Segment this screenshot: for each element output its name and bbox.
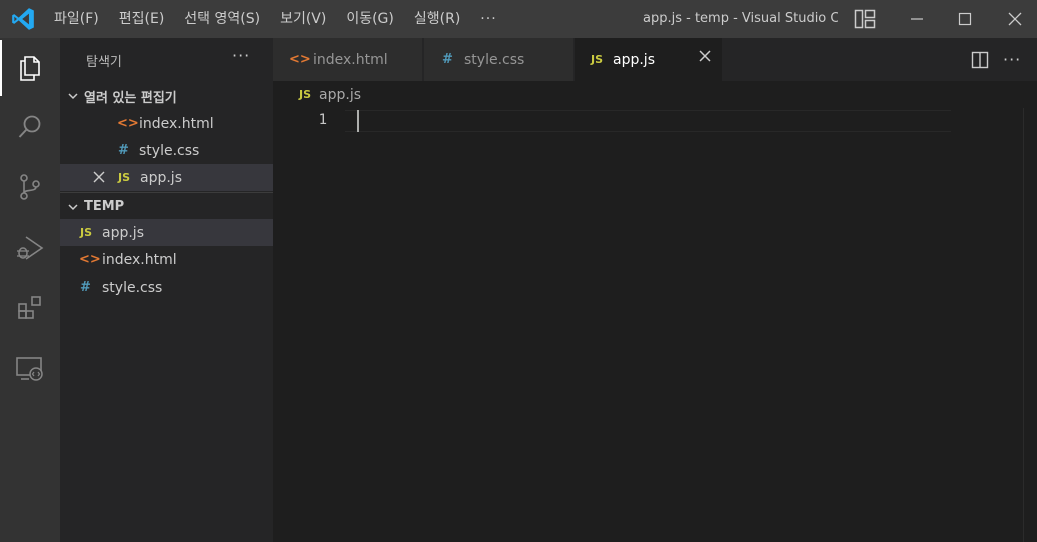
html-file-icon: <>	[117, 116, 139, 131]
file-label: style.css	[102, 279, 163, 296]
explorer-sidebar: 탐색기 ··· 열려 있는 편집기 <> index.html # style.…	[60, 38, 273, 542]
close-editor-icon[interactable]	[92, 169, 106, 188]
line-number: 1	[318, 112, 327, 128]
layout-icon	[854, 9, 876, 29]
editor-actions: ···	[967, 38, 1021, 81]
menu-view[interactable]: 보기(V)	[270, 0, 336, 38]
tab-label: index.html	[313, 51, 388, 68]
vscode-logo-icon[interactable]	[10, 6, 36, 32]
css-file-icon: #	[118, 143, 129, 158]
minimize-button[interactable]	[897, 0, 937, 38]
minimap-border	[1023, 108, 1024, 542]
code-editor[interactable]: 1	[273, 108, 1037, 542]
chevron-down-icon	[62, 201, 84, 213]
file-item-style-css[interactable]: # style.css	[60, 274, 273, 301]
js-file-icon: JS	[591, 53, 604, 66]
maximize-button[interactable]	[945, 0, 985, 38]
menu-selection[interactable]: 선택 영역(S)	[174, 0, 270, 38]
folder-temp-header[interactable]: TEMP	[60, 192, 273, 220]
open-editor-item-style-css[interactable]: # style.css	[60, 137, 273, 164]
source-control-icon	[20, 174, 40, 200]
file-label: index.html	[102, 251, 177, 268]
breadcrumb: JS app.js	[273, 81, 1037, 108]
layout-button[interactable]	[845, 0, 885, 38]
tab-style-css[interactable]: # style.css	[424, 38, 574, 81]
open-editor-item-index-html[interactable]: <> index.html	[60, 110, 273, 137]
close-tab-icon[interactable]	[698, 48, 712, 68]
title-bar: 파일(F) 편집(E) 선택 영역(S) 보기(V) 이동(G) 실행(R) ·…	[0, 0, 1037, 38]
run-debug-icon	[17, 236, 44, 260]
editor-more-button[interactable]: ···	[1003, 50, 1021, 69]
open-editor-item-app-js[interactable]: JS app.js	[60, 164, 273, 191]
tab-label: style.css	[464, 51, 525, 68]
open-editors-label: 열려 있는 편집기	[84, 90, 177, 106]
explorer-title: 탐색기	[86, 55, 122, 70]
file-label: app.js	[102, 224, 144, 241]
file-item-app-js[interactable]: JS app.js	[60, 219, 273, 246]
extensions-icon	[18, 296, 41, 319]
js-file-icon: JS	[299, 88, 312, 101]
activity-bar	[0, 38, 60, 542]
css-file-icon: #	[80, 280, 91, 295]
menu-bar: 파일(F) 편집(E) 선택 영역(S) 보기(V) 이동(G) 실행(R) ·…	[44, 0, 507, 38]
menu-go[interactable]: 이동(G)	[336, 0, 404, 38]
maximize-icon	[958, 12, 972, 26]
current-line-highlight	[345, 110, 951, 132]
activity-run-debug[interactable]	[0, 220, 60, 276]
text-cursor	[357, 110, 359, 132]
explorer-more-button[interactable]: ···	[232, 46, 250, 65]
menu-more-button[interactable]: ···	[470, 11, 506, 27]
chevron-down-icon	[62, 90, 84, 102]
folder-temp-label: TEMP	[84, 199, 125, 214]
file-item-index-html[interactable]: <> index.html	[60, 246, 273, 273]
explorer-header: 탐색기 ···	[60, 38, 273, 82]
activity-remote-explorer[interactable]	[0, 341, 60, 397]
activity-search[interactable]	[0, 99, 60, 155]
menu-run[interactable]: 실행(R)	[404, 0, 470, 38]
js-file-icon: JS	[80, 226, 93, 239]
activity-source-control[interactable]	[0, 159, 60, 215]
open-editor-label: app.js	[140, 169, 182, 186]
files-icon	[20, 56, 40, 81]
tab-index-html[interactable]: <> index.html	[273, 38, 423, 81]
tab-label: app.js	[613, 51, 655, 68]
open-editor-label: style.css	[139, 142, 200, 159]
close-icon	[1008, 12, 1022, 26]
search-icon	[18, 115, 41, 138]
html-file-icon: <>	[289, 52, 311, 67]
activity-explorer[interactable]	[0, 40, 60, 96]
menu-file[interactable]: 파일(F)	[44, 0, 109, 38]
css-file-icon: #	[442, 52, 453, 67]
editor-tabs: <> index.html # style.css JS app.js ···	[273, 38, 1037, 81]
split-editor-button[interactable]	[967, 51, 993, 69]
html-file-icon: <>	[79, 252, 101, 267]
tab-app-js[interactable]: JS app.js	[575, 38, 723, 81]
close-window-button[interactable]	[995, 0, 1035, 38]
remote-explorer-icon	[16, 357, 43, 381]
js-file-icon: JS	[118, 171, 131, 184]
active-indicator	[0, 40, 2, 96]
open-editors-header[interactable]: 열려 있는 편집기	[60, 82, 273, 110]
breadcrumb-item[interactable]: app.js	[319, 87, 361, 103]
activity-extensions[interactable]	[0, 280, 60, 336]
split-editor-icon	[971, 51, 989, 68]
window-title: app.js - temp - Visual Studio Code	[643, 11, 838, 26]
open-editor-label: index.html	[139, 115, 214, 132]
menu-edit[interactable]: 편집(E)	[109, 0, 175, 38]
minimize-icon	[911, 18, 923, 20]
